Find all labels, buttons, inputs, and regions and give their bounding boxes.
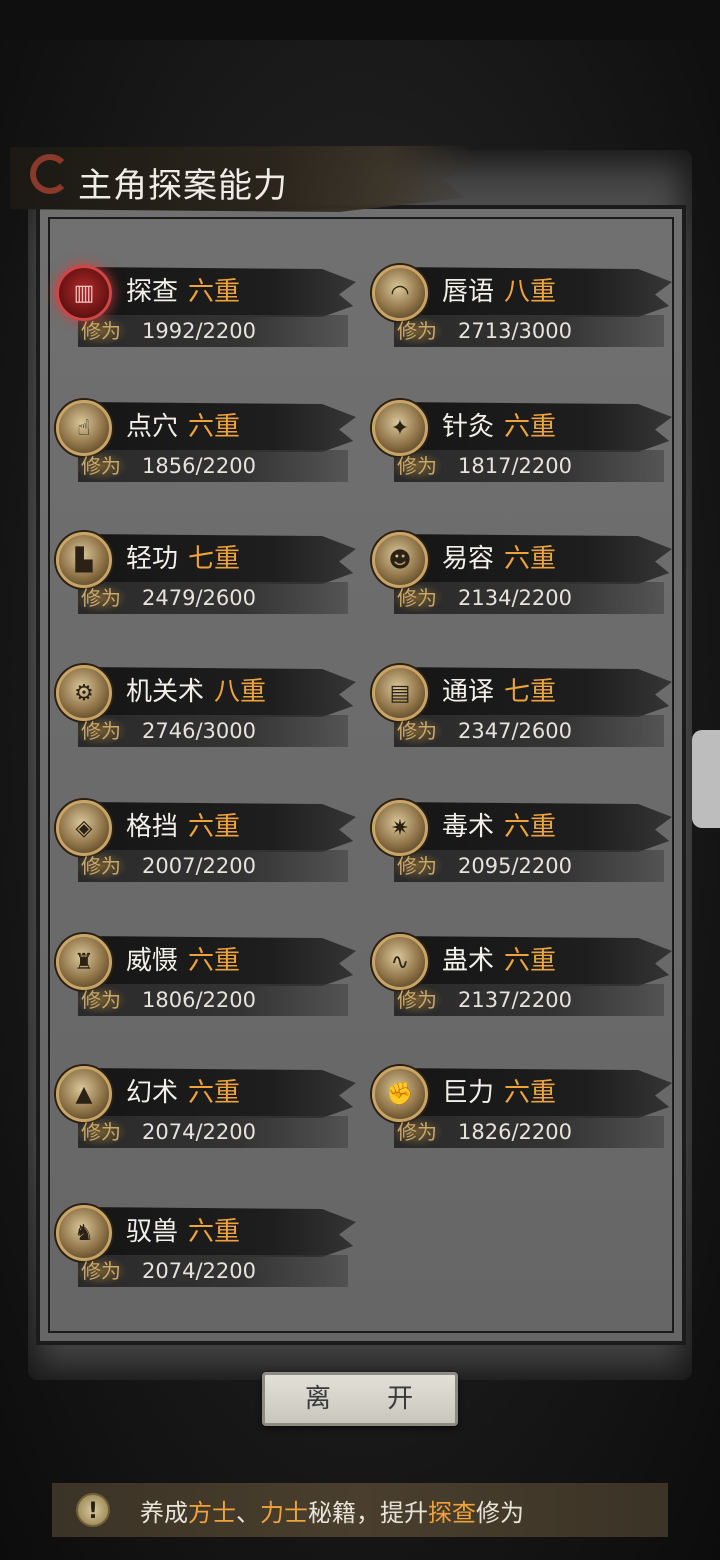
skill-name: 针灸 六重	[442, 412, 557, 442]
skill-item[interactable]: ◠ 唇语 八重 修为 2713/3000	[372, 265, 672, 357]
xiuwei-label: 修为	[392, 1118, 442, 1146]
skill-progress: 1992/2200	[142, 319, 256, 343]
skills-panel	[36, 205, 686, 1345]
skill-item[interactable]: ▙ 轻功 七重 修为 2479/2600	[56, 532, 356, 624]
lantern-icon: ▥	[56, 265, 112, 321]
xiuwei-label: 修为	[76, 452, 126, 480]
skill-item[interactable]: ⚙ 机关术 八重 修为 2746/3000	[56, 665, 356, 757]
hood-icon: ▲	[56, 1066, 112, 1122]
skill-level: 六重	[188, 277, 241, 307]
xiuwei-label: 修为	[76, 317, 126, 345]
skill-progress: 2134/2200	[458, 586, 572, 610]
xiuwei-label: 修为	[392, 852, 442, 880]
skill-progress: 2137/2200	[458, 988, 572, 1012]
skill-progress: 2007/2200	[142, 854, 256, 878]
skill-name: 点穴 六重	[126, 412, 241, 442]
page-title: 主角探案能力	[78, 166, 288, 206]
leave-button[interactable]: 离 开	[262, 1372, 458, 1426]
wolf-icon: ♞	[56, 1205, 112, 1261]
skill-item[interactable]: ☝ 点穴 六重 修为 1856/2200	[56, 400, 356, 492]
skill-item[interactable]: ✦ 针灸 六重 修为 1817/2200	[372, 400, 672, 492]
xiuwei-label: 修为	[76, 1257, 126, 1285]
finger-icon: ☝	[56, 400, 112, 456]
skill-level: 六重	[188, 1217, 241, 1247]
scroll-icon: ▤	[372, 665, 428, 721]
skill-progress: 1806/2200	[142, 988, 256, 1012]
xiuwei-label: 修为	[76, 852, 126, 880]
skill-progress: 2347/2600	[458, 719, 572, 743]
skill-progress: 2095/2200	[458, 854, 572, 878]
skill-item[interactable]: ▤ 通译 七重 修为 2347/2600	[372, 665, 672, 757]
skill-level: 六重	[188, 412, 241, 442]
xiuwei-label: 修为	[392, 317, 442, 345]
xiuwei-label: 修为	[76, 584, 126, 612]
spider-icon: ✷	[372, 800, 428, 856]
skill-item[interactable]: ∿ 蛊术 六重 修为 2137/2200	[372, 934, 672, 1026]
skill-name: 机关术 八重	[126, 677, 267, 707]
skill-name: 幻术 六重	[126, 1078, 241, 1108]
skill-name: 格挡 六重	[126, 812, 241, 842]
skill-progress: 2479/2600	[142, 586, 256, 610]
tip-text: 养成方士、力士秘籍，提升探查修为	[140, 1498, 524, 1527]
skill-name: 毒术 六重	[442, 812, 557, 842]
skill-name: 轻功 七重	[126, 544, 241, 574]
xiuwei-label: 修为	[392, 584, 442, 612]
skill-item[interactable]: ✷ 毒术 六重 修为 2095/2200	[372, 800, 672, 892]
skill-level: 六重	[188, 812, 241, 842]
swirl-icon	[30, 154, 70, 194]
skill-level: 八重	[214, 677, 267, 707]
exclamation-icon: !	[76, 1493, 110, 1527]
needle-icon: ✦	[372, 400, 428, 456]
skill-item[interactable]: ◈ 格挡 六重 修为 2007/2200	[56, 800, 356, 892]
skill-item[interactable]: ✊ 巨力 六重 修为 1826/2200	[372, 1066, 672, 1158]
mask-icon: ☻	[372, 532, 428, 588]
mouth-icon: ◠	[372, 265, 428, 321]
skill-level: 七重	[188, 544, 241, 574]
skill-level: 六重	[504, 412, 557, 442]
skill-item[interactable]: ♜ 威慑 六重 修为 1806/2200	[56, 934, 356, 1026]
skill-level: 八重	[504, 277, 557, 307]
skill-name: 巨力 六重	[442, 1078, 557, 1108]
skill-name: 驭兽 六重	[126, 1217, 241, 1247]
skill-name: 威慑 六重	[126, 946, 241, 976]
skill-item[interactable]: ▲ 幻术 六重 修为 2074/2200	[56, 1066, 356, 1158]
skill-level: 六重	[188, 946, 241, 976]
skill-progress: 2074/2200	[142, 1120, 256, 1144]
skill-name: 蛊术 六重	[442, 946, 557, 976]
fist-icon: ✊	[372, 1066, 428, 1122]
skill-name: 通译 七重	[442, 677, 557, 707]
tip-bar: ! 养成方士、力士秘籍，提升探查修为	[52, 1483, 668, 1537]
skill-progress: 2713/3000	[458, 319, 572, 343]
xiuwei-label: 修为	[76, 1118, 126, 1146]
skill-name: 易容 六重	[442, 544, 557, 574]
shield-icon: ◈	[56, 800, 112, 856]
skill-progress: 1826/2200	[458, 1120, 572, 1144]
skill-level: 六重	[504, 544, 557, 574]
skill-name: 探查 六重	[126, 277, 241, 307]
skill-item[interactable]: ▥ 探查 六重 修为 1992/2200	[56, 265, 356, 357]
xiuwei-label: 修为	[392, 986, 442, 1014]
warrior-icon: ♜	[56, 934, 112, 990]
skill-name: 唇语 八重	[442, 277, 557, 307]
skill-progress: 1817/2200	[458, 454, 572, 478]
skill-level: 七重	[504, 677, 557, 707]
skill-progress: 2074/2200	[142, 1259, 256, 1283]
status-bar	[0, 0, 720, 40]
xiuwei-label: 修为	[392, 452, 442, 480]
skill-item[interactable]: ♞ 驭兽 六重 修为 2074/2200	[56, 1205, 356, 1297]
gear-icon: ⚙	[56, 665, 112, 721]
skill-item[interactable]: ☻ 易容 六重 修为 2134/2200	[372, 532, 672, 624]
skill-progress: 2746/3000	[142, 719, 256, 743]
xiuwei-label: 修为	[76, 986, 126, 1014]
side-drawer-handle[interactable]	[692, 730, 720, 828]
skill-level: 六重	[504, 946, 557, 976]
worm-icon: ∿	[372, 934, 428, 990]
skill-level: 六重	[504, 1078, 557, 1108]
xiuwei-label: 修为	[392, 717, 442, 745]
xiuwei-label: 修为	[76, 717, 126, 745]
boot-icon: ▙	[56, 532, 112, 588]
skill-level: 六重	[188, 1078, 241, 1108]
skill-level: 六重	[504, 812, 557, 842]
skill-progress: 1856/2200	[142, 454, 256, 478]
